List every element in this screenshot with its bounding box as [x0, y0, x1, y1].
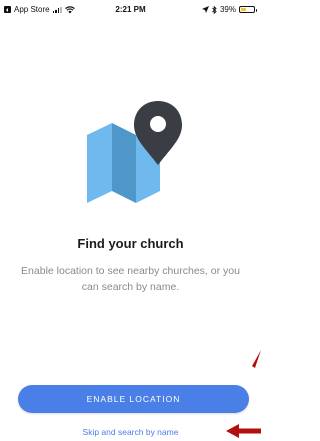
page-description: Enable location to see nearby churches, …: [21, 265, 240, 293]
battery-percent: 39%: [219, 5, 236, 14]
status-bar: App Store 2:21 PM 39%: [0, 0, 261, 20]
skip-search-by-name-link[interactable]: Skip and search by name: [0, 427, 261, 437]
battery-fill: [241, 8, 246, 11]
page-title: Find your church: [77, 236, 184, 251]
battery-icon: [239, 6, 257, 13]
location-arrow-icon: [201, 6, 209, 13]
map-location-pin-icon: [87, 101, 182, 203]
annotation-arrow-icon: [252, 350, 261, 368]
bluetooth-icon: [212, 5, 217, 14]
status-right: 39%: [201, 5, 257, 14]
enable-location-button[interactable]: ENABLE LOCATION: [18, 385, 249, 413]
annotation-arrow-left-icon: [226, 424, 261, 438]
